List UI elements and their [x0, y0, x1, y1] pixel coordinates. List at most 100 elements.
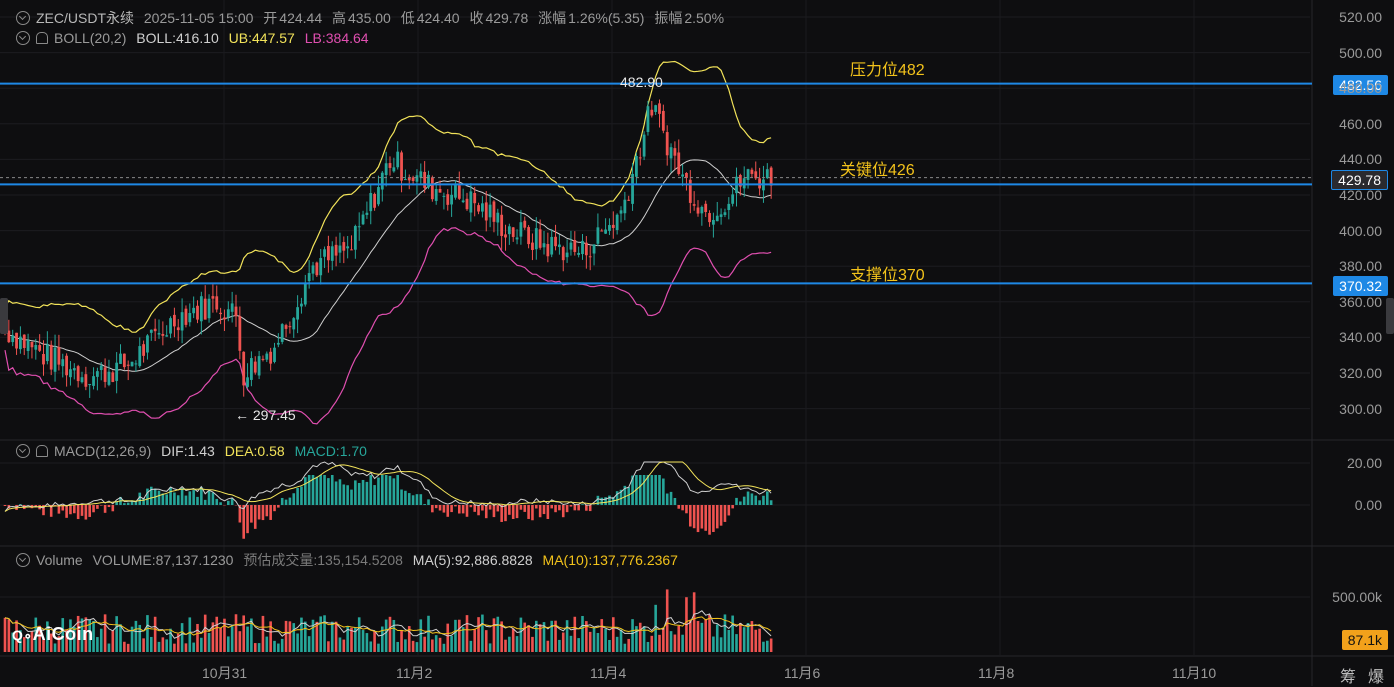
volume-bar: [135, 621, 138, 652]
macd-histogram-bar: [381, 475, 384, 505]
macd-histogram-bar: [420, 494, 423, 505]
macd-histogram-bar: [296, 488, 299, 505]
right-scroll-handle[interactable]: [1386, 298, 1394, 334]
volume-toggle-icon[interactable]: [16, 553, 30, 567]
candle-body: [46, 344, 49, 361]
open-value: 424.44: [279, 10, 322, 26]
candle-body: [277, 343, 280, 345]
macd-histogram-bar: [577, 505, 580, 510]
volume-bar: [242, 615, 245, 652]
macd-histogram-bar: [377, 478, 380, 505]
macd-histogram-bar: [327, 478, 330, 505]
volume-bar: [477, 617, 480, 652]
volume-bar: [169, 629, 172, 652]
volume-bar: [208, 633, 211, 652]
macd-name[interactable]: MACD(12,26,9): [54, 443, 151, 459]
volume-bar: [512, 629, 515, 652]
key-level-label: 关键位426: [840, 156, 915, 180]
volume-bar: [681, 635, 684, 652]
volume-bar: [766, 641, 769, 652]
macd-histogram-bar: [751, 493, 754, 505]
macd-histogram-bar: [393, 478, 396, 505]
alert-bell-icon[interactable]: [36, 32, 48, 44]
macd-histogram-bar: [720, 505, 723, 526]
volume-bar: [662, 628, 665, 652]
time-axis-tick: 11月10: [1172, 663, 1216, 683]
macd-histogram-bar: [450, 505, 453, 512]
candle-body: [631, 174, 634, 204]
low-value: 424.40: [417, 10, 460, 26]
price-axis-tick: 480.00: [1339, 80, 1382, 96]
macd-histogram-bar: [254, 505, 257, 529]
candle-body: [427, 175, 430, 188]
volume-bar: [735, 634, 738, 652]
volume-bar: [489, 643, 492, 652]
macd-histogram-bar: [285, 500, 288, 505]
liquidation-button[interactable]: 爆: [1368, 663, 1384, 687]
price-axis-tick: 380.00: [1339, 258, 1382, 274]
macd-histogram-bar: [446, 505, 449, 517]
macd-histogram-bar: [497, 505, 500, 511]
macd-histogram-bar: [81, 505, 84, 516]
macd-histogram-bar: [385, 475, 388, 505]
resistance-label: 压力位482: [850, 56, 925, 80]
candle-body: [173, 315, 176, 326]
candle-body: [396, 152, 399, 168]
candle-body: [223, 317, 226, 319]
macd-toggle-icon[interactable]: [16, 444, 30, 458]
indicator-toggle-icon[interactable]: [16, 11, 30, 25]
macd-histogram-bar: [708, 505, 711, 535]
candle-body: [493, 201, 496, 221]
amp-label: 振幅: [654, 10, 682, 26]
candle-body: [458, 185, 461, 198]
candle-body: [504, 234, 507, 237]
chart-canvas[interactable]: [0, 0, 1394, 686]
volume-bar: [181, 623, 184, 652]
macd-legend: MACD(12,26,9) DIF:1.43 DEA:0.58 MACD:1.7…: [16, 443, 373, 459]
macd-histogram-bar: [651, 475, 654, 505]
volume-bar: [142, 638, 145, 652]
candle-body: [185, 309, 188, 325]
boll-toggle-icon[interactable]: [16, 31, 30, 45]
candle-body: [165, 335, 168, 336]
macd-histogram-bar: [547, 505, 550, 519]
candle-body: [300, 304, 303, 307]
volume-bar: [227, 636, 230, 652]
candle-body: [647, 106, 650, 132]
candle-body: [585, 243, 588, 255]
macd-histogram-bar: [304, 477, 307, 505]
volume-bar: [558, 640, 561, 652]
candle-body: [389, 163, 392, 168]
volume-bar: [277, 644, 280, 652]
volume-bar: [281, 639, 284, 652]
volume-bar: [593, 628, 596, 652]
macd-histogram-bar: [308, 475, 311, 505]
volume-bar: [716, 625, 719, 652]
volume-bar: [620, 630, 623, 652]
candle-body: [446, 194, 449, 205]
candle-body: [674, 148, 677, 156]
candle-body: [516, 237, 519, 239]
price-axis-tick: 300.00: [1339, 401, 1382, 417]
volume-name[interactable]: Volume: [36, 552, 83, 568]
candle-body: [496, 213, 499, 223]
volume-bar: [127, 644, 130, 652]
macd-axis-tick: 20.00: [1347, 455, 1382, 471]
change-label: 涨幅: [538, 10, 566, 26]
macd-alert-bell-icon[interactable]: [36, 445, 48, 457]
left-scroll-handle[interactable]: [0, 298, 8, 334]
macd-histogram-bar: [473, 505, 476, 512]
macd-histogram-bar: [481, 505, 484, 511]
boll-name[interactable]: BOLL(20,2): [54, 30, 126, 46]
volume-bar: [485, 630, 488, 652]
candle-body: [238, 316, 241, 351]
chip-distribution-button[interactable]: 筹: [1340, 663, 1356, 687]
price-axis-tick: 340.00: [1339, 329, 1382, 345]
candle-body: [489, 205, 492, 218]
macd-histogram-bar: [701, 505, 704, 529]
macd-histogram-bar: [466, 505, 469, 517]
candle-body: [312, 265, 315, 273]
macd-histogram-bar: [643, 475, 646, 505]
macd-histogram-bar: [600, 498, 603, 505]
candle-body: [77, 366, 80, 381]
